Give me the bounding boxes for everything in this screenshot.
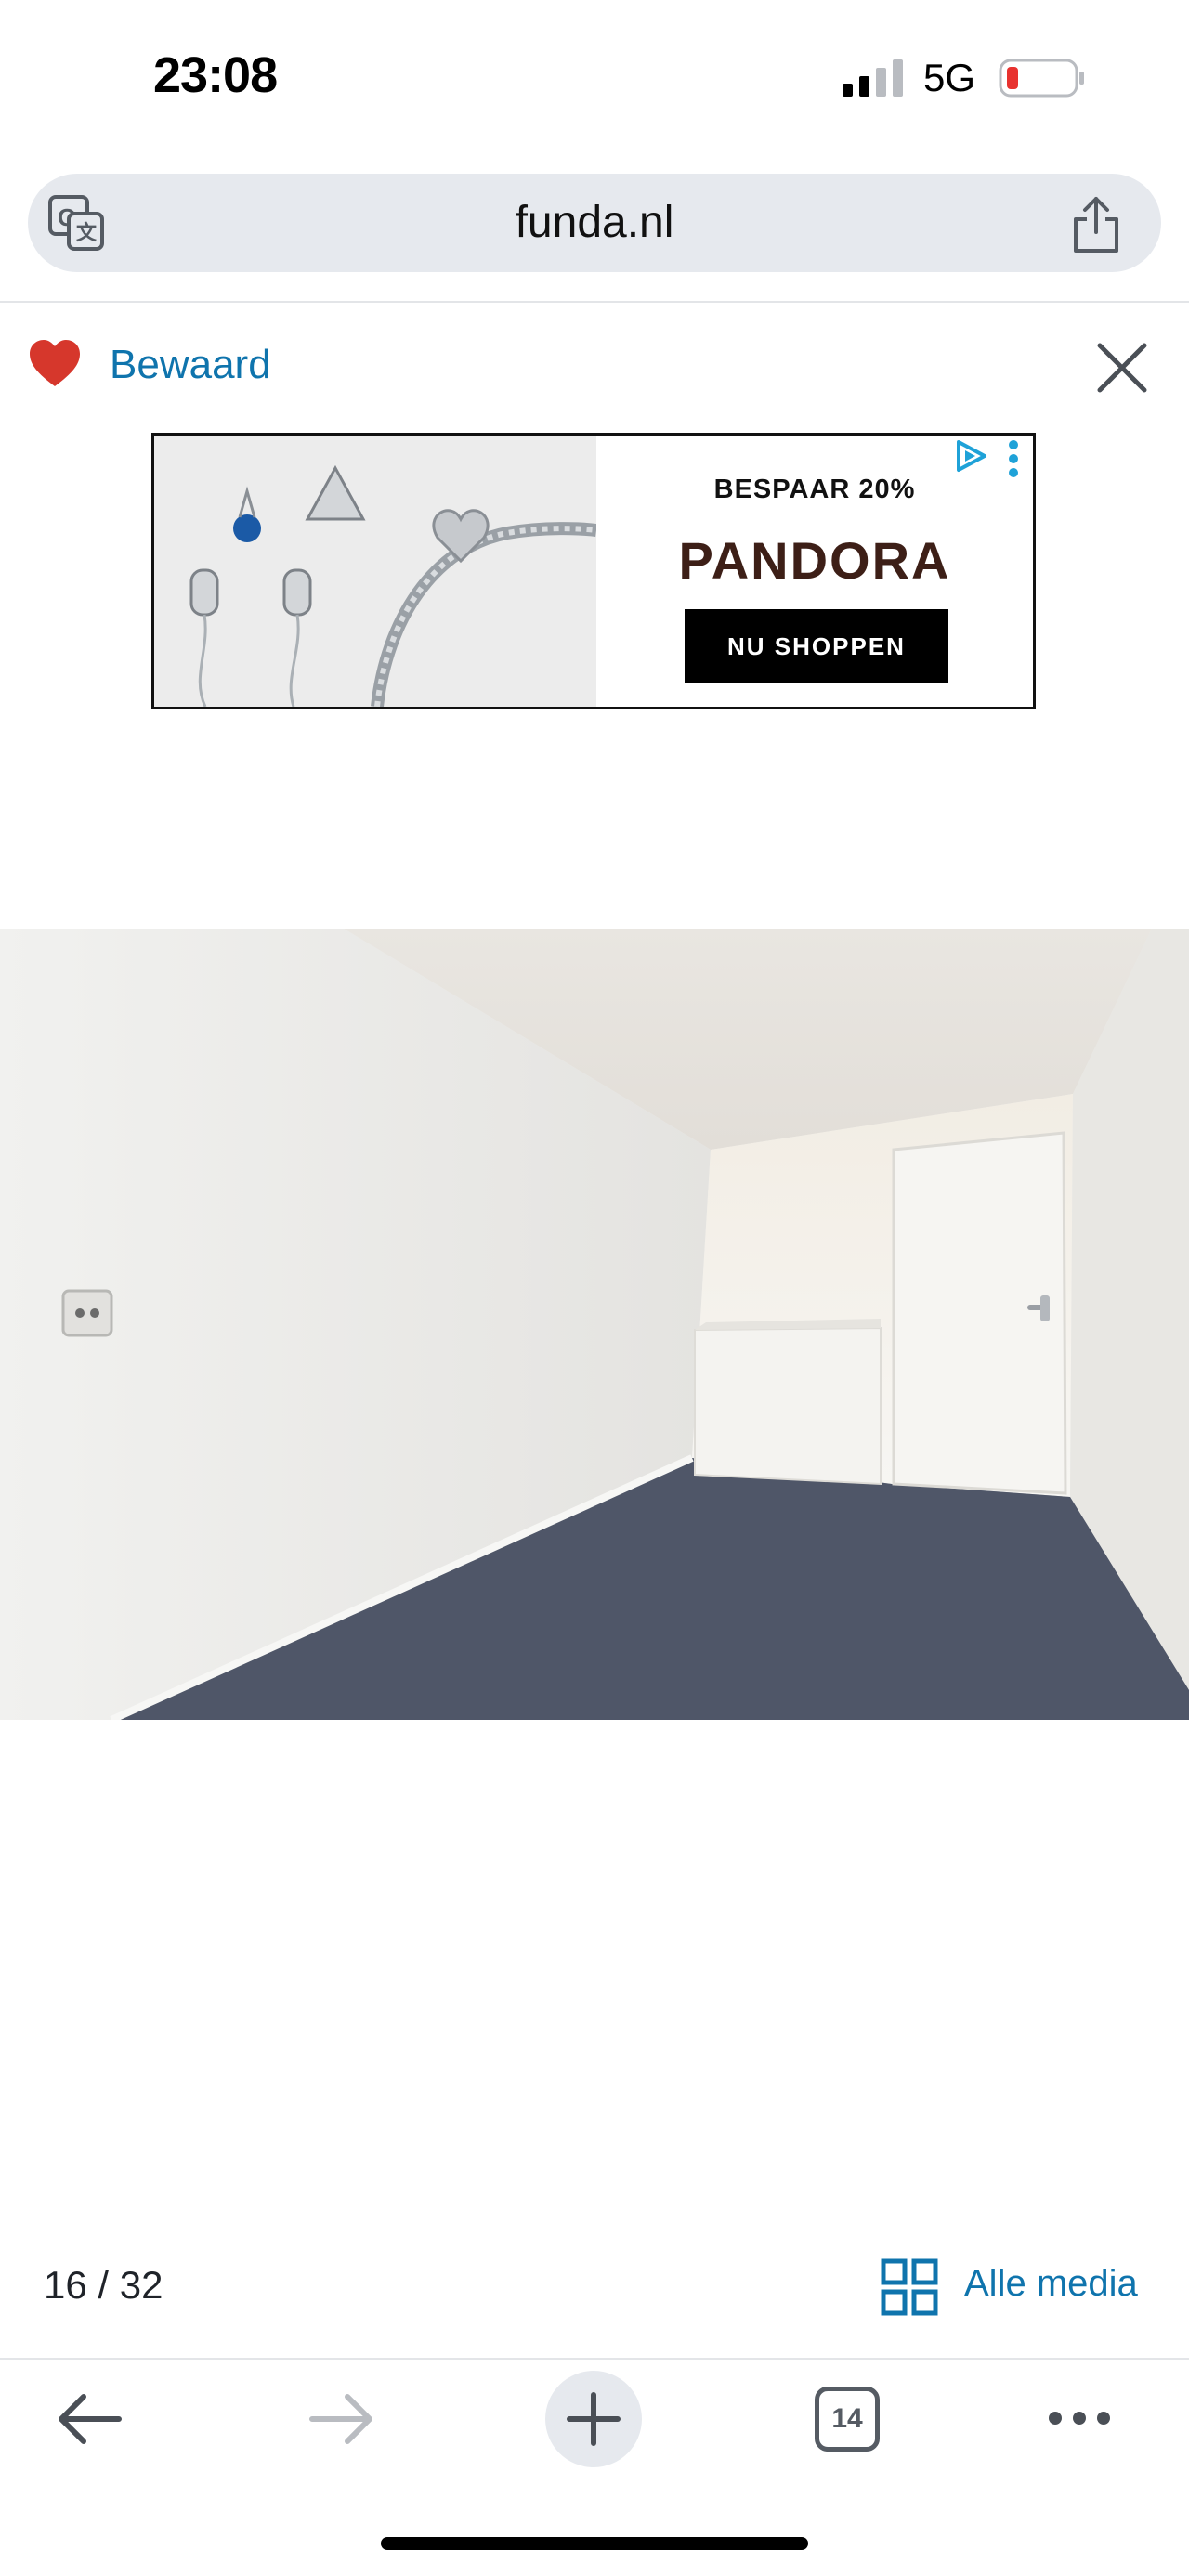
all-media-button[interactable]: Alle media bbox=[964, 2263, 1138, 2305]
close-icon[interactable] bbox=[1094, 340, 1150, 396]
signal-strength-icon bbox=[843, 59, 903, 97]
tabs-button[interactable]: 14 bbox=[815, 2387, 880, 2452]
home-indicator[interactable] bbox=[381, 2537, 808, 2550]
battery-icon bbox=[999, 59, 1084, 98]
ad-menu-icon[interactable] bbox=[1007, 439, 1020, 478]
network-type: 5G bbox=[923, 56, 976, 99]
new-tab-button[interactable] bbox=[545, 2371, 642, 2467]
media-counter: 16 / 32 bbox=[44, 2263, 163, 2307]
ad-brand-logo: PANDORA bbox=[678, 531, 951, 590]
status-time: 23:08 bbox=[153, 47, 278, 103]
divider bbox=[0, 2358, 1189, 2360]
url-text[interactable]: funda.nl bbox=[0, 197, 1189, 248]
listing-photo[interactable] bbox=[0, 929, 1189, 1720]
ad-shop-button[interactable]: NU SHOPPEN bbox=[685, 609, 948, 683]
heart-icon[interactable] bbox=[28, 338, 82, 390]
ad-jewelry-image bbox=[154, 436, 596, 707]
ad-choices-icon[interactable] bbox=[953, 439, 990, 473]
grid-icon[interactable] bbox=[881, 2258, 938, 2316]
ad-banner[interactable]: BESPAAR 20% PANDORA NU SHOPPEN bbox=[151, 433, 1036, 709]
saved-button-label[interactable]: Bewaard bbox=[110, 342, 271, 388]
ad-headline: BESPAAR 20% bbox=[713, 475, 916, 504]
share-icon[interactable] bbox=[1068, 195, 1124, 254]
plus-icon bbox=[567, 2392, 621, 2446]
back-arrow-icon[interactable] bbox=[54, 2390, 124, 2448]
forward-arrow-icon[interactable] bbox=[307, 2390, 377, 2448]
divider bbox=[0, 301, 1189, 303]
more-icon[interactable] bbox=[1046, 2407, 1113, 2429]
